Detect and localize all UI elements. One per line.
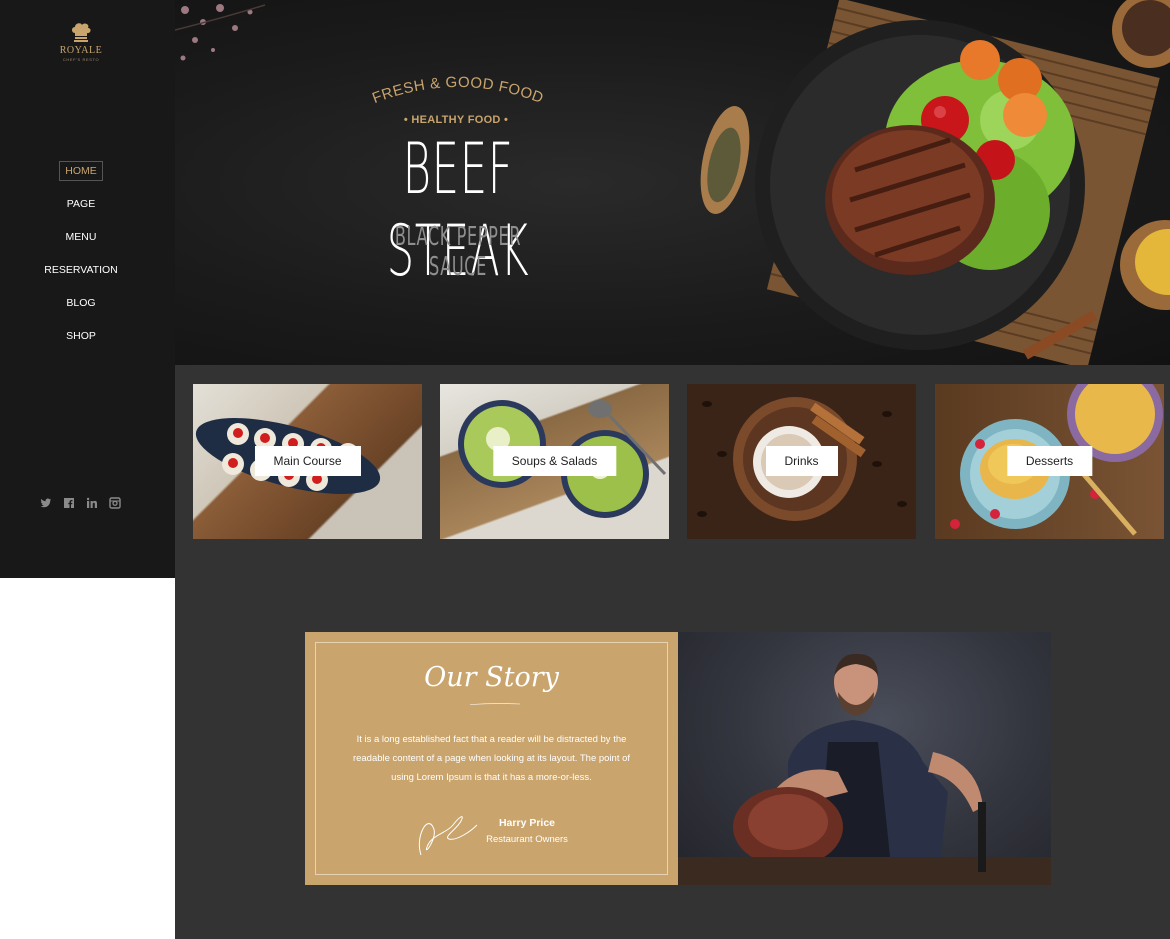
story-underline [469, 703, 521, 705]
category-label: Soups & Salads [492, 446, 617, 476]
chef-image [678, 653, 1051, 885]
our-story-panel: Our Story It is a long established fact … [305, 632, 678, 885]
linkedin-icon[interactable] [86, 496, 98, 508]
category-label: Drinks [765, 446, 838, 476]
chef-photo [678, 632, 1051, 885]
nav-item-reservation[interactable]: RESERVATION [0, 260, 162, 293]
nav-item-label: RESERVATION [44, 264, 118, 276]
hero-arc-text: FRESH & GOOD FOOD [370, 74, 546, 107]
blossom-decoration [175, 4, 266, 61]
nav-item-label: SHOP [66, 330, 96, 342]
hero-tag: • HEALTHY FOOD • [403, 114, 509, 126]
nav-item-shop[interactable]: SHOP [0, 326, 162, 359]
category-drinks[interactable]: Drinks [687, 384, 916, 539]
steak-plate-image [700, 0, 1170, 365]
story-title: Our Story [424, 662, 559, 693]
hero-subtitle: BLACK PEPPER SAUCE [394, 222, 522, 282]
author-name: Harry Price [498, 817, 556, 829]
nav-item-label: BLOG [66, 297, 96, 309]
story-text: It is a long established fact that a rea… [352, 734, 631, 783]
main-content: FRESH & GOOD FOOD • HEALTHY FOOD • BEEF … [175, 0, 1170, 939]
main-nav: HOME PAGE MENU RESERVATION BLOG SHOP [0, 161, 162, 359]
nav-item-label: HOME [59, 161, 103, 181]
sidebar: ROYALE CHEF'S RESTO HOME PAGE MENU RESER… [0, 0, 175, 578]
hero-banner: FRESH & GOOD FOOD • HEALTHY FOOD • BEEF … [175, 0, 1170, 365]
nav-item-menu[interactable]: MENU [0, 227, 162, 260]
signature-image [419, 816, 478, 856]
social-links [40, 496, 121, 509]
twitter-icon[interactable] [40, 496, 52, 508]
category-soups-salads[interactable]: Soups & Salads [440, 384, 669, 539]
instagram-icon[interactable] [109, 496, 121, 509]
category-desserts[interactable]: Desserts [935, 384, 1164, 539]
nav-item-page[interactable]: PAGE [0, 194, 162, 227]
category-label: Main Course [254, 446, 361, 476]
nav-item-label: MENU [65, 231, 97, 243]
logo[interactable]: ROYALE CHEF'S RESTO [0, 22, 162, 62]
category-label: Desserts [1006, 446, 1093, 476]
nav-item-home[interactable]: HOME [0, 161, 162, 194]
chef-hat-icon [72, 23, 91, 42]
facebook-icon[interactable] [63, 496, 75, 508]
brand-tagline: CHEF'S RESTO [62, 57, 100, 62]
category-main-course[interactable]: Main Course [193, 384, 422, 539]
nav-item-label: PAGE [66, 198, 96, 210]
brand-name: ROYALE [59, 45, 103, 56]
nav-item-blog[interactable]: BLOG [0, 293, 162, 326]
svg-text:FRESH & GOOD FOOD: FRESH & GOOD FOOD [370, 74, 546, 107]
author-role: Restaurant Owners [486, 834, 568, 845]
